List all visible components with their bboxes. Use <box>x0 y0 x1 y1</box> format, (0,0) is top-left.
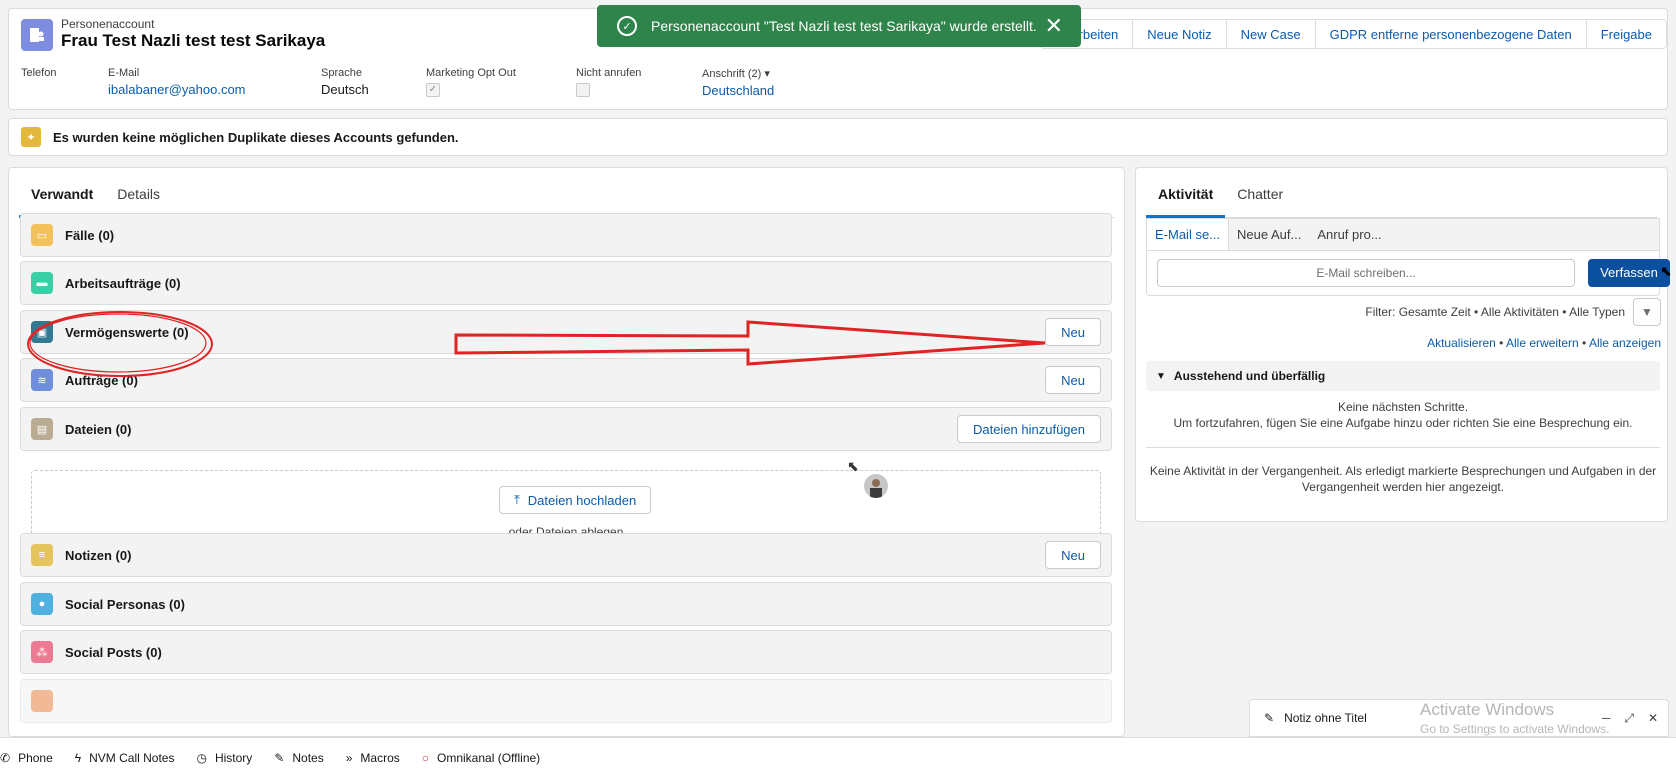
utility-item-label: Notes <box>292 751 324 765</box>
watermark-line1: Activate Windows <box>1420 700 1555 719</box>
red-annotation-overlay <box>27 311 1046 377</box>
utility-item-label: History <box>214 751 253 765</box>
clock-icon: ◷ <box>196 751 207 765</box>
utility-item-label: Phone <box>18 751 53 765</box>
lightning-icon: ϟ <box>74 751 82 765</box>
note-icon: ✎ <box>274 751 285 765</box>
utility-item-omni-channel[interactable]: ○ Omnikanal (Offline) <box>422 751 540 765</box>
red-circle-annotation-stroke2 <box>29 313 207 373</box>
phone-icon: ✆ <box>0 751 11 765</box>
expand-icon[interactable]: ⤢ <box>1624 711 1634 726</box>
note-icon: ✎ <box>1264 711 1275 725</box>
utility-item-label: Omnikanal (Offline) <box>437 751 541 765</box>
utility-item-label: NVM Call Notes <box>89 751 175 765</box>
docked-note-title[interactable]: Notiz ohne Titel <box>1284 711 1367 725</box>
utility-item-nvm-call-notes[interactable]: ϟ NVM Call Notes <box>75 751 175 765</box>
watermark-line2: Go to Settings to activate Windows. <box>1420 722 1610 736</box>
utility-bar: ✆ Phone ϟ NVM Call Notes ◷ History ✎ Notes »… <box>0 737 1676 778</box>
mouse-cursor-icon: ⬉ <box>847 458 859 474</box>
windows-activation-watermark: Activate Windows Go to Settings to activ… <box>1420 700 1609 736</box>
utility-item-label: Macros <box>360 751 400 765</box>
red-circle-annotation <box>27 311 213 377</box>
utility-item-macros[interactable]: » Macros <box>346 751 400 765</box>
red-arrow-annotation <box>454 320 1046 366</box>
close-icon[interactable]: ✕ <box>1648 711 1658 726</box>
mouse-cursor-icon: ⬉ <box>1660 263 1672 279</box>
utility-item-history[interactable]: ◷ History <box>196 751 252 765</box>
avatar <box>862 472 890 500</box>
offline-status-icon: ○ <box>421 751 430 765</box>
macro-icon: » <box>345 751 353 765</box>
utility-item-phone[interactable]: ✆ Phone <box>0 751 53 765</box>
utility-item-notes[interactable]: ✎ Notes <box>274 751 323 765</box>
docked-note-controls: ─ ⤢ ✕ <box>1602 711 1658 726</box>
